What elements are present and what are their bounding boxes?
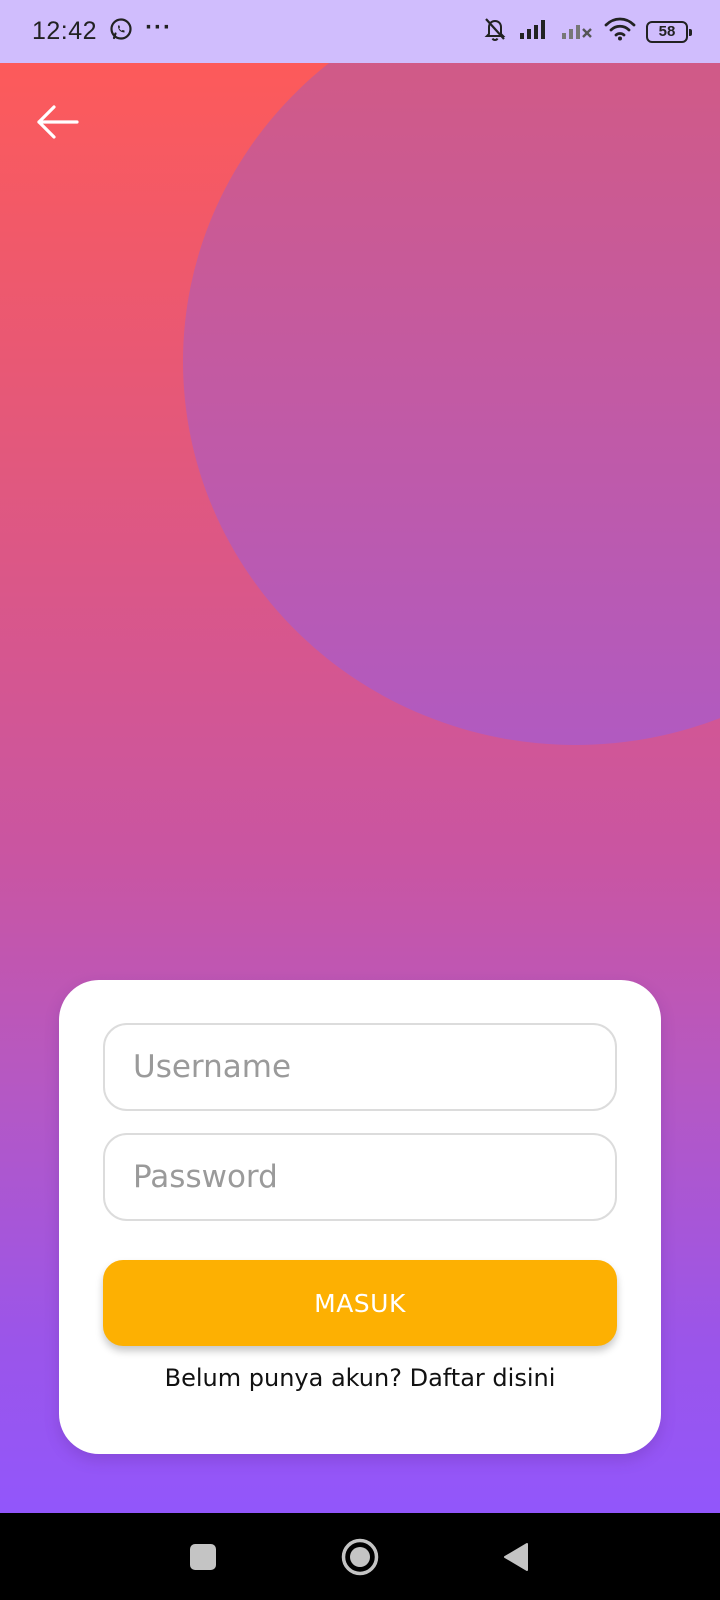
battery-icon: 58: [646, 20, 692, 43]
username-input[interactable]: [133, 1049, 587, 1085]
login-button[interactable]: MASUK: [103, 1260, 617, 1346]
home-button[interactable]: [338, 1535, 382, 1579]
arrow-left-icon: [37, 105, 79, 139]
password-field: [103, 1133, 617, 1221]
status-time: 12:42: [32, 17, 98, 45]
whatsapp-icon: [109, 17, 133, 46]
status-bar: 12:42 ··· 58: [0, 0, 720, 63]
login-screen: MASUK Belum punya akun? Daftar disini: [0, 63, 720, 1513]
status-right-group: 58: [482, 16, 692, 47]
more-notifications-icon: ···: [145, 13, 173, 41]
status-left-group: 12:42 ···: [32, 13, 173, 46]
username-field: [103, 1023, 617, 1111]
system-nav-bar: [0, 1513, 720, 1600]
login-card: MASUK Belum punya akun? Daftar disini: [59, 980, 661, 1454]
decorative-circle: [183, 63, 720, 745]
wifi-icon: [604, 17, 636, 46]
back-nav-button[interactable]: [494, 1535, 538, 1579]
recents-button[interactable]: [181, 1535, 225, 1579]
register-link[interactable]: Belum punya akun? Daftar disini: [59, 1356, 661, 1400]
home-circle-icon: [341, 1538, 379, 1576]
signal-no-service-icon: [560, 18, 594, 45]
signal-icon: [518, 18, 550, 45]
recents-square-icon: [190, 1544, 216, 1570]
back-button[interactable]: [32, 97, 82, 147]
back-triangle-icon: [504, 1543, 528, 1571]
bell-muted-icon: [482, 16, 508, 47]
password-input[interactable]: [133, 1159, 587, 1195]
battery-level: 58: [658, 23, 676, 40]
